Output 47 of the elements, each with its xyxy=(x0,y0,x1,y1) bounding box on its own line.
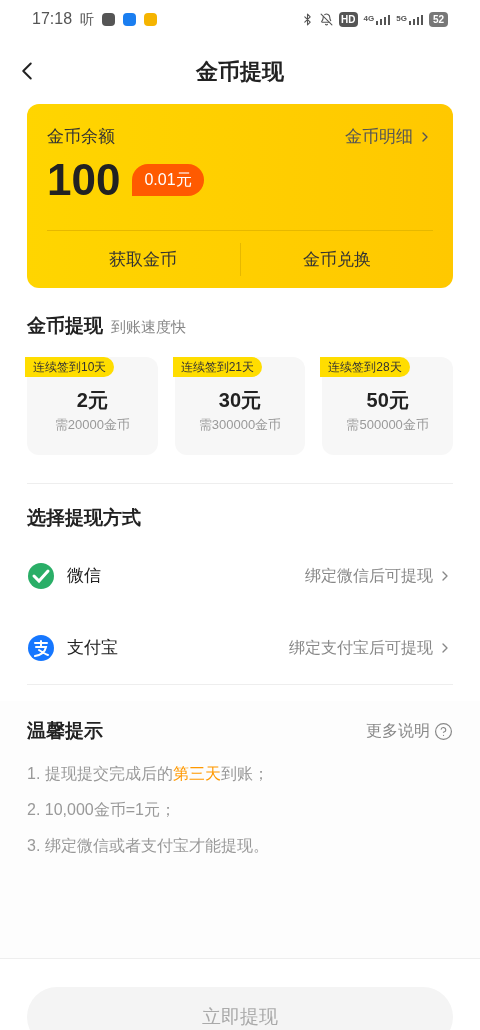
streak-tag: 连续签到21天 xyxy=(172,356,262,377)
section-title: 温馨提示 xyxy=(27,719,103,743)
status-time: 17:18 xyxy=(32,9,73,29)
streak-tag: 连续签到10天 xyxy=(25,356,115,377)
option-cost: 需20000金币 xyxy=(54,415,130,434)
card-action[interactable]: 获取金币 xyxy=(47,242,240,276)
amount-option[interactable]: 连续签到21天 30元 需300000金币 xyxy=(174,356,306,455)
network-label: 4G xyxy=(363,13,375,25)
bind-hint: 绑定支付宝后可提现 xyxy=(289,638,433,658)
payment-method-row[interactable]: 支付宝 绑定支付宝后可提现 xyxy=(27,612,453,684)
signal-icon xyxy=(376,15,391,25)
help-icon xyxy=(434,721,453,741)
check-icon xyxy=(27,562,55,590)
more-info-link[interactable]: 更多说明 xyxy=(366,719,453,744)
tip-text: 3. 绑定微信或者支付宝才能提现。 xyxy=(27,835,270,856)
streak-tag: 连续签到28天 xyxy=(320,356,410,377)
signal-icon xyxy=(408,15,423,25)
app-icon xyxy=(123,12,137,26)
detail-link[interactable]: 金币明细 xyxy=(345,124,433,150)
coin-amount: 100 xyxy=(47,157,121,202)
option-cost: 需300000金币 xyxy=(198,415,282,434)
section-title: 金币提现 xyxy=(27,314,103,338)
amount-option[interactable]: 连续签到10天 2元 需20000金币 xyxy=(27,356,158,455)
option-cost: 需500000金币 xyxy=(346,415,429,434)
payment-method-row[interactable]: 微信 绑定微信后可提现 xyxy=(27,540,453,612)
payment-icon xyxy=(27,634,55,662)
section-subtitle: 到账速度快 xyxy=(111,317,186,337)
tip-text: 2. 10,000金币=1元； xyxy=(27,799,177,820)
method-name: 支付宝 xyxy=(67,637,118,660)
bind-hint: 绑定微信后可提现 xyxy=(305,566,433,586)
option-amount: 50元 xyxy=(366,387,409,413)
value-badge: 0.01元 xyxy=(132,163,204,196)
app-glyph: 听 xyxy=(80,9,95,29)
network-label: 5G xyxy=(396,13,407,25)
option-amount: 2元 xyxy=(76,387,108,413)
option-amount: 30元 xyxy=(218,387,262,413)
amount-option[interactable]: 连续签到28天 50元 需500000金币 xyxy=(322,356,453,455)
mute-icon xyxy=(320,12,334,26)
section-title: 选择提现方式 xyxy=(27,506,141,528)
method-name: 微信 xyxy=(67,565,101,588)
battery-indicator: 52 xyxy=(428,11,448,27)
page-title: 金币提现 xyxy=(196,57,284,86)
tip-text: 1. 提现提交完成后的第三天到账； xyxy=(27,763,270,784)
app-icon xyxy=(144,12,158,26)
hd-badge: HD xyxy=(339,11,358,27)
card-action[interactable]: 金币兑换 xyxy=(239,242,433,276)
balance-label: 金币余额 xyxy=(47,126,115,148)
